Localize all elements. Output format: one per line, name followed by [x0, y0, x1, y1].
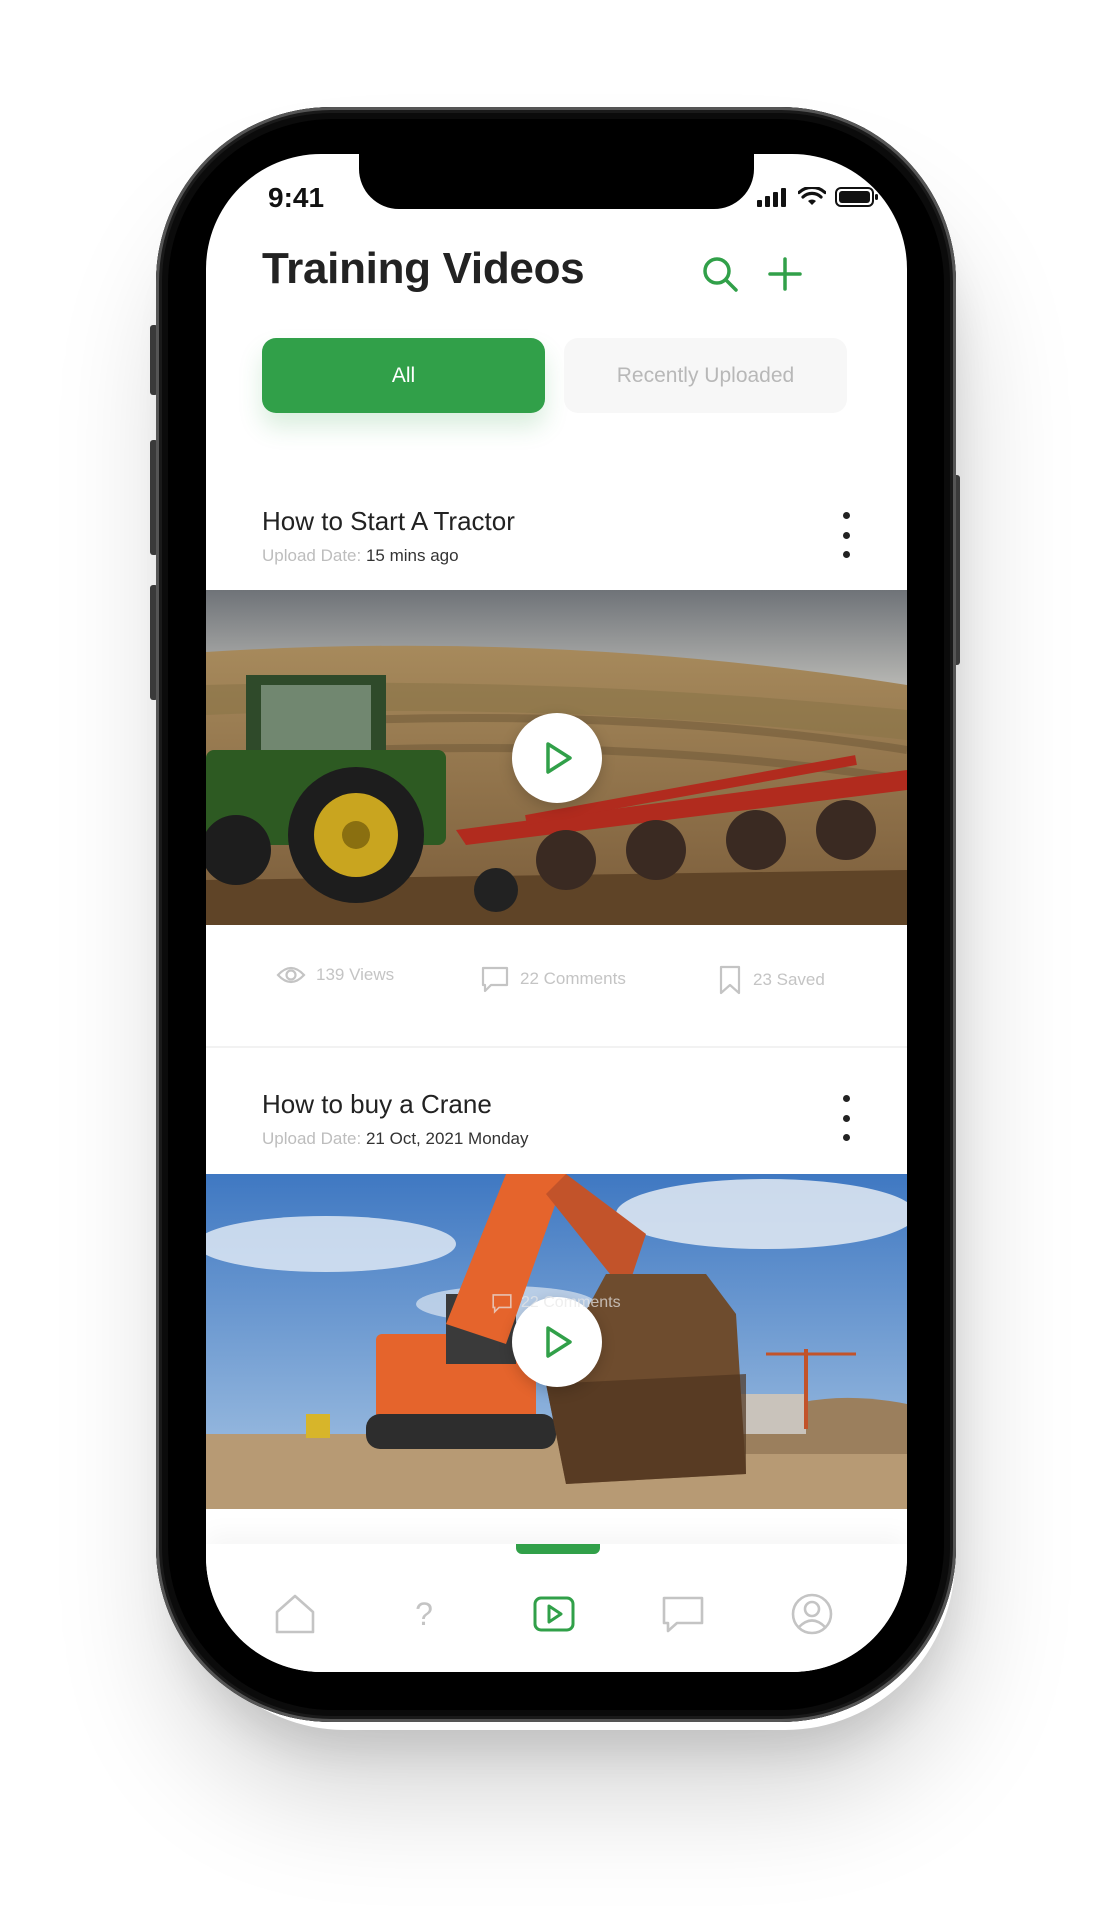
status-time: 9:41	[268, 182, 325, 213]
video-thumbnail-tractor[interactable]	[206, 590, 907, 925]
dot	[842, 1134, 850, 1141]
nav-messages[interactable]	[653, 1584, 713, 1644]
video-icon	[533, 1596, 575, 1632]
dot	[842, 531, 850, 539]
help-icon: ?	[415, 1595, 433, 1632]
upload-date-value: 21 Oct, 2021 Monday	[365, 1129, 529, 1148]
active-tab-indicator	[516, 1544, 600, 1554]
upload-date: Upload Date: 21 Oct, 2021 Monday	[262, 1129, 529, 1149]
saved-button[interactable]: 23 Saved	[717, 964, 825, 996]
ghost-comments-text: 22 Comments	[521, 1294, 621, 1311]
ghost-comments-label: 22 Comments	[491, 1292, 621, 1314]
home-icon	[275, 1594, 315, 1634]
dot	[842, 551, 850, 558]
search-button[interactable]	[695, 249, 745, 299]
bookmark-icon	[719, 965, 741, 995]
comment-icon	[492, 1294, 512, 1314]
signal-icon	[757, 188, 786, 207]
play-icon	[546, 1326, 572, 1358]
video-thumbnail-crane[interactable]: 22 Comments	[206, 1174, 907, 1509]
views-label: 139 Views	[316, 965, 395, 984]
comments-label: 22 Comments	[520, 969, 626, 988]
nav-profile[interactable]	[782, 1584, 842, 1644]
status-icons	[757, 186, 879, 208]
add-video-button[interactable]	[760, 249, 810, 299]
chat-icon	[662, 1596, 704, 1633]
play-button[interactable]	[512, 713, 602, 803]
bottom-nav: ?	[206, 1544, 907, 1672]
wifi-icon	[798, 187, 826, 205]
upload-date-label: Upload Date:	[262, 1129, 362, 1148]
comment-icon	[481, 966, 509, 993]
video-options-button[interactable]	[831, 512, 861, 558]
notch	[359, 154, 754, 209]
video-options-button[interactable]	[831, 1095, 861, 1141]
app-screen: 9:41 Training Videos All Recently Upload…	[206, 154, 907, 1672]
tab-recently-uploaded[interactable]: Recently Uploaded	[564, 338, 847, 413]
dot	[842, 512, 850, 519]
tab-all[interactable]: All	[262, 338, 545, 413]
plus-icon	[768, 257, 802, 291]
page-title: Training Videos	[262, 244, 585, 293]
video-title[interactable]: How to Start A Tractor	[262, 506, 515, 537]
upload-date-value: 15 mins ago	[365, 546, 459, 565]
nav-help[interactable]: ?	[394, 1584, 454, 1644]
play-icon	[546, 742, 572, 774]
search-icon	[703, 257, 738, 292]
nav-videos[interactable]	[524, 1584, 584, 1644]
card-divider	[206, 1046, 907, 1048]
comments-button[interactable]: 22 Comments	[480, 964, 626, 994]
video-title[interactable]: How to buy a Crane	[262, 1089, 492, 1120]
dot	[842, 1114, 850, 1122]
upload-date: Upload Date: 15 mins ago	[262, 546, 459, 566]
views-count: 139 Views	[276, 964, 394, 986]
nav-home[interactable]	[265, 1584, 325, 1644]
saved-label: 23 Saved	[753, 970, 825, 989]
eye-icon	[276, 966, 306, 984]
battery-icon	[835, 187, 878, 207]
profile-icon	[791, 1593, 833, 1635]
dot	[842, 1095, 850, 1102]
upload-date-label: Upload Date:	[262, 546, 362, 565]
